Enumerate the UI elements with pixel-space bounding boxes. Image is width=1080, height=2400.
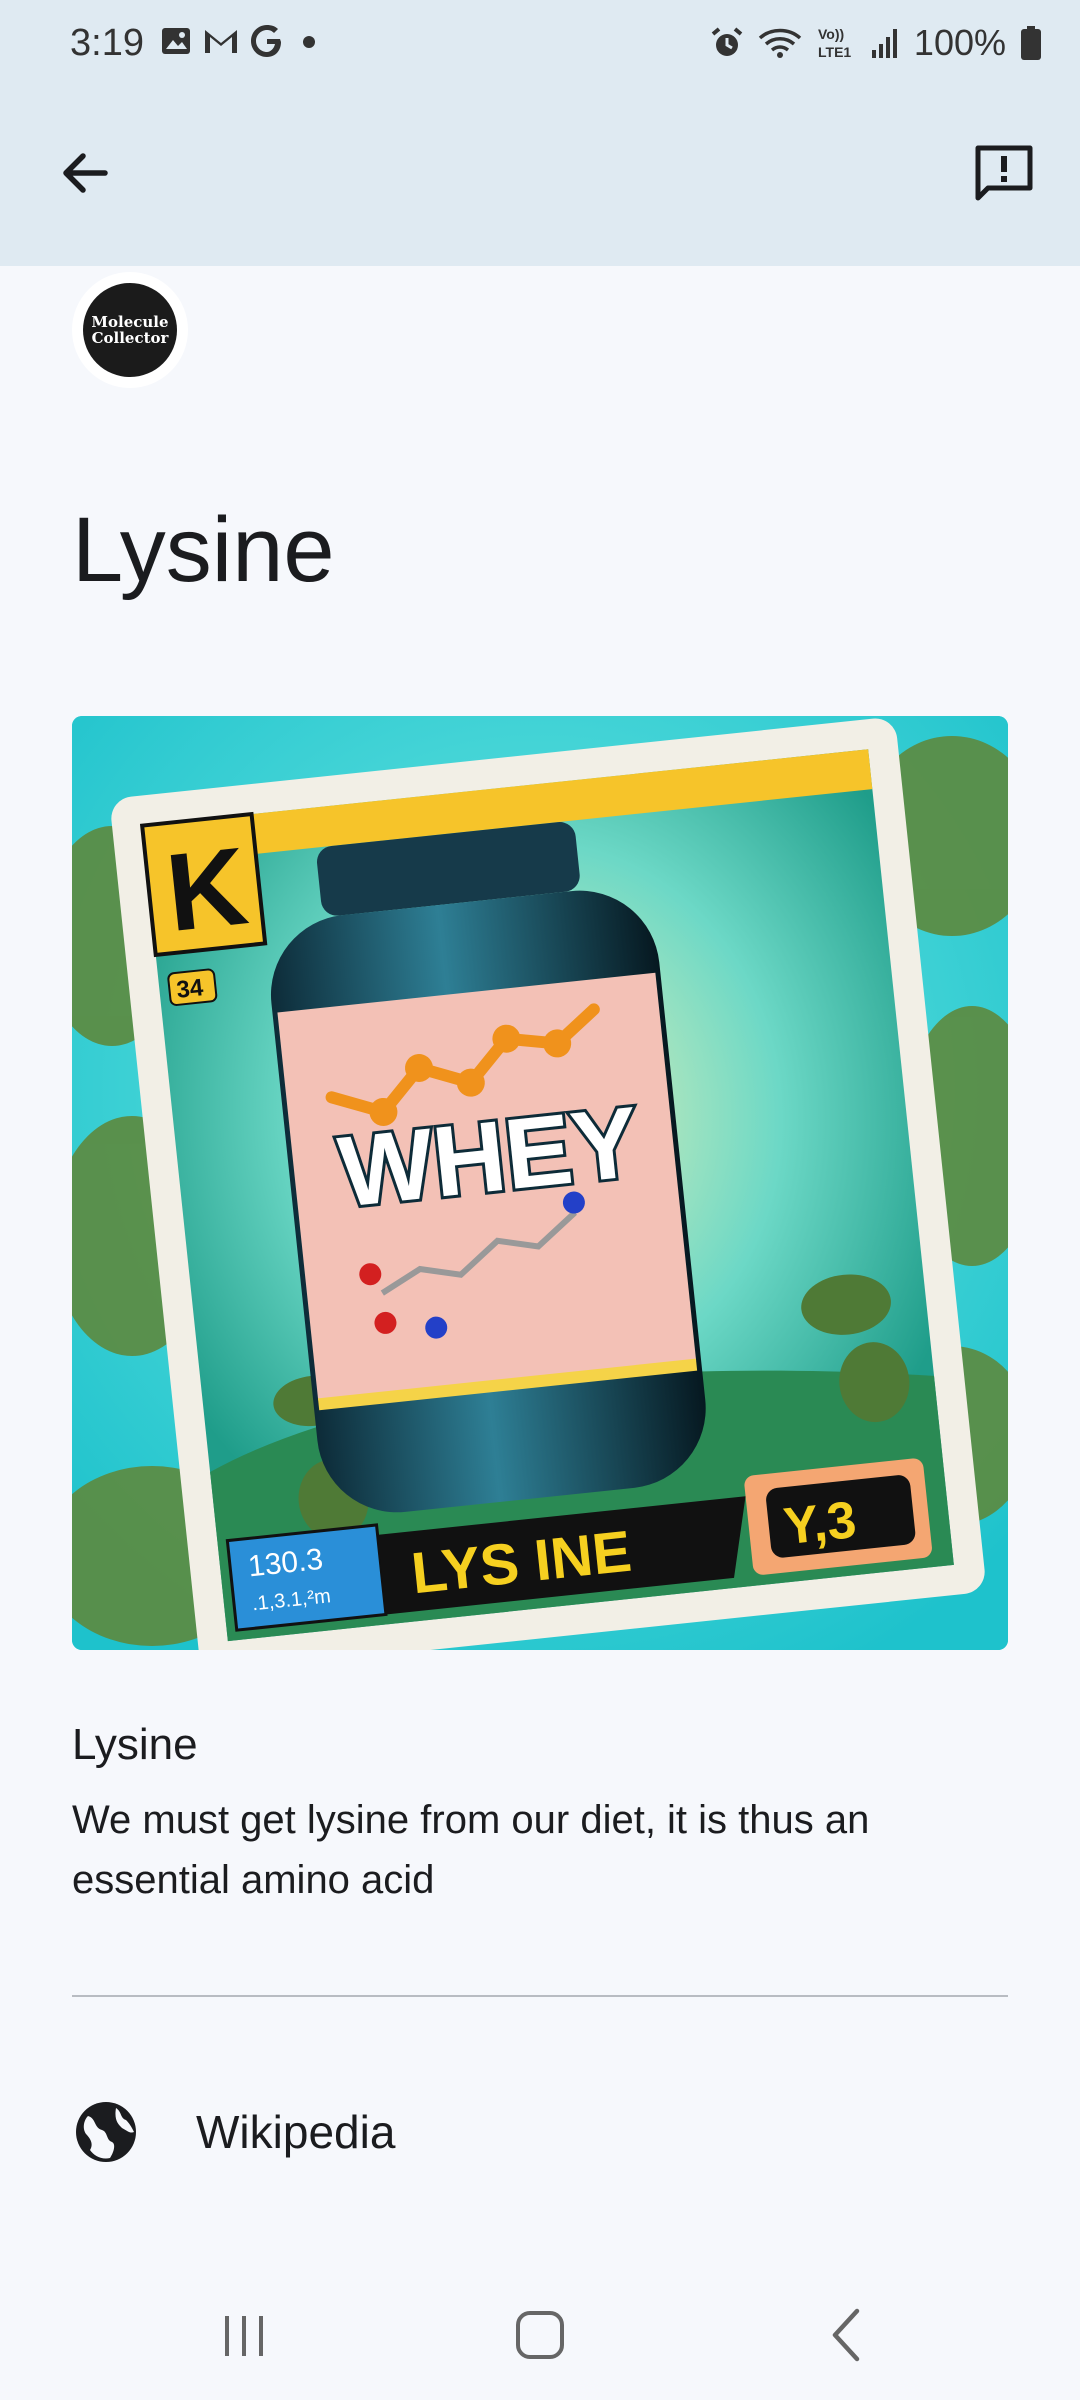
back-nav-icon [832,2308,860,2362]
globe-icon [76,2102,136,2162]
gallery-icon [162,28,190,54]
recents-icon [225,2316,263,2356]
card-title: Lysine [72,1720,198,1769]
home-icon [516,2311,564,2359]
card-description: We must get lysine from our diet, it is … [72,1798,870,1902]
logo-badge: Molecule Collector [83,283,177,377]
signal-icon [871,29,897,58]
dot-icon [303,36,315,48]
logo-text-line1: Molecule [91,313,169,331]
page-title: Lysine [72,499,335,601]
feedback-icon [975,145,1033,201]
status-time: 3:19 [70,22,144,64]
svg-text:LTE1: LTE1 [818,44,851,60]
svg-text:Vo)): Vo)) [818,26,844,42]
alarm-icon [711,27,743,56]
card-code: Y,3 [781,1491,859,1556]
back-button[interactable] [50,138,120,208]
wikipedia-link-label: Wikipedia [196,2106,396,2158]
status-bar: 3:19 Vo)) LTE1 100% [0,0,1080,96]
recents-button[interactable] [204,2300,284,2370]
app-bar [0,96,1080,266]
feedback-button[interactable] [964,134,1044,214]
back-nav-button[interactable] [808,2300,888,2370]
arrow-back-icon [63,153,108,193]
wikipedia-link[interactable]: Wikipedia [72,2094,1008,2170]
logo-text-line2: Collector [91,329,169,347]
battery-icon [1021,26,1041,60]
google-icon [251,25,281,57]
trading-card-illustration: K 34 WHEY 130.3 .1,3.1,²m LYS INE Y,3 [72,716,1008,1650]
hero-image: K 34 WHEY 130.3 .1,3.1,²m LYS INE Y,3 [72,716,1008,1650]
home-button[interactable] [500,2300,580,2370]
system-icons: Vo)) LTE1 100% [710,22,1042,64]
app-logo: Molecule Collector [72,272,188,388]
gmail-icon [205,30,237,53]
volte-icon: Vo)) LTE1 [818,26,851,60]
divider [72,1995,1008,1997]
wifi-icon [758,28,802,58]
notification-icons [160,24,324,58]
battery-percent: 100% [913,22,1006,63]
card-corner-letter: K [161,824,253,955]
system-nav-bar [0,2260,1080,2400]
card-badge-number: 34 [175,974,205,1004]
